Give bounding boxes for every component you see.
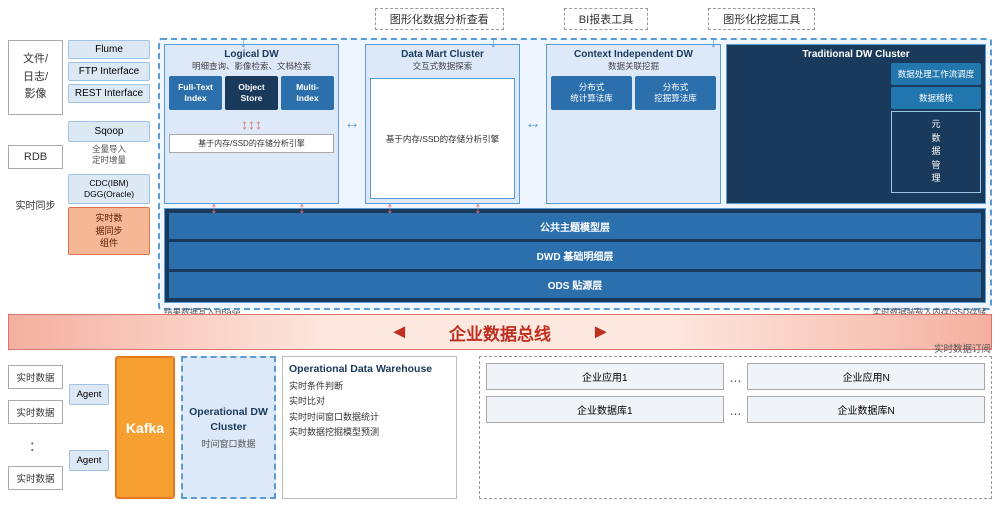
layer-arrows: ↕ ↕ ↕ ↕ [210, 200, 482, 218]
main-arch-box: Logical DW 明细查询、影像检索、文档检索 Full-TextIndex… [158, 38, 992, 310]
app-row-1-dots: ... [730, 369, 742, 385]
enterprise-db-1: 企业数据库1 [486, 396, 724, 423]
rest-badge: REST Interface [68, 84, 150, 103]
bus-left-arrow: ◄ [389, 321, 409, 344]
tool-analysis: 图形化数据分析查看 [375, 8, 504, 30]
full-text-index-box: Full-TextIndex [169, 76, 222, 110]
agent-col: Agent Agent [69, 356, 109, 499]
arrow4: ↕ [474, 200, 482, 218]
top-tools-row: 图形化数据分析查看 BI报表工具 图形化挖掘工具 [200, 6, 990, 32]
traditional-dw-inner: 数据处理工作流调度 数据稽核 元数据管理 [731, 63, 981, 193]
op-dw-title: Operational DW Cluster [187, 405, 270, 434]
op-dw-cluster-box: Operational DW Cluster 时间窗口数据 [181, 356, 276, 499]
app-row-2: 企业数据库1 ... 企业数据库N [486, 396, 985, 423]
realtime-sync-label: 实时同步 [8, 197, 63, 212]
arrow2: ↕ [298, 200, 306, 218]
context-dw-title: Context Independent DW [551, 49, 716, 60]
tool-mining: 图形化挖掘工具 [708, 8, 815, 30]
logical-dw-subtitle: 明细查询、影像检索、文档检索 [169, 60, 334, 72]
bus-right-arrow: ► [591, 321, 611, 344]
op-dw-item-4: 实时数据挖掘模型预测 [289, 425, 450, 440]
rt-source-dots: ： [8, 436, 63, 455]
enterprise-app-n: 企业应用N [747, 363, 985, 390]
flume-badge: Flume [68, 40, 150, 59]
data-mart-title: Data Mart Cluster [370, 49, 515, 60]
data-mart-cluster: Data Mart Cluster 交互式数据探索 基于内存/SSD的存储分析引… [365, 44, 520, 204]
op-dw-items-list: 实时条件判断 实时比对 实时时间窗口数据统计 实时数据挖掘模型预测 [289, 379, 450, 440]
data-mart-subtitle: 交互式数据探索 [370, 60, 515, 72]
enterprise-bus: ◄ 企业数据总线 ► [8, 314, 992, 350]
file-log-box: 文件/日志/影像 [8, 40, 63, 115]
down-arrow-3: ↓ [710, 34, 717, 50]
multi-index-box: Multi-Index [281, 76, 334, 110]
enterprise-bus-label: 企业数据总线 [449, 320, 551, 345]
enterprise-db-n: 企业数据库N [747, 396, 985, 423]
traditional-dw-right-panel: 数据处理工作流调度 数据稽核 元数据管理 [891, 63, 981, 193]
rdb-box: RDB [8, 145, 63, 169]
algo-mining-box: 分布式挖掘算法库 [635, 76, 716, 110]
workflow-btn: 数据处理工作流调度 [891, 63, 981, 85]
traditional-dw-left-space [731, 63, 888, 193]
rt-source-1: 实时数据 [8, 365, 63, 389]
up-down-arrows-logical: ↕↕↕ [169, 116, 334, 132]
traditional-dw-title: Traditional DW Cluster [731, 49, 981, 60]
agent-1-badge: Agent [69, 384, 109, 405]
index-boxes: Full-TextIndex ObjectStore Multi-Index [169, 76, 334, 110]
connector-col: Flume FTP Interface REST Interface Sqoop… [68, 40, 150, 255]
ftp-badge: FTP Interface [68, 62, 150, 81]
storage-analysis-label: 基于内存/SSD的存储分析引擎 [169, 134, 334, 153]
arrow-between-logical-mart: ↔ [344, 44, 360, 204]
op-dw-item-2: 实时比对 [289, 394, 450, 409]
enterprise-app-1: 企业应用1 [486, 363, 724, 390]
bottom-area: 实时数据 实时数据 ： 实时数据 Agent Agent Kafka Opera… [8, 356, 992, 499]
left-source-col: 文件/日志/影像 RDB 实时同步 [8, 40, 63, 212]
meta-management-box: 元数据管理 [891, 111, 981, 193]
app-row-2-dots: ... [730, 402, 742, 418]
clusters-row: Logical DW 明细查询、影像检索、文档检索 Full-TextIndex… [164, 44, 986, 204]
algo-boxes: 分布式统计算法库 分布式挖掘算法库 [551, 76, 716, 110]
batch-label: 全量导入定时增量 [68, 144, 150, 166]
agent-2-badge: Agent [69, 450, 109, 471]
data-mart-storage: 基于内存/SSD的存储分析引擎 [370, 78, 515, 199]
data-audit-btn: 数据稽核 [891, 87, 981, 109]
arrow-between-mart-context: ↔ [525, 44, 541, 204]
rt-source-3: 实时数据 [8, 466, 63, 490]
spacer [463, 356, 473, 499]
arrow3: ↕ [386, 200, 394, 218]
context-dw-subtitle: 数据关联挖掘 [551, 60, 716, 72]
rt-subscribe-label: 实时数据订阅 [934, 341, 991, 355]
app-row-1: 企业应用1 ... 企业应用N [486, 363, 985, 390]
realtime-sources-col: 实时数据 实时数据 ： 实时数据 [8, 356, 63, 499]
rt-source-2: 实时数据 [8, 400, 63, 424]
arrow1: ↕ [210, 200, 218, 218]
layers-section: 公共主题模型层 DWD 基础明细层 ODS 贴源层 [164, 208, 986, 303]
traditional-dw-cluster: Traditional DW Cluster 数据处理工作流调度 数据稽核 元数… [726, 44, 986, 204]
logical-dw-title: Logical DW [169, 49, 334, 60]
op-dw-right-title: Operational Data Warehouse [289, 363, 450, 375]
layer-dwd: DWD 基础明细层 [169, 242, 981, 268]
op-dw-description: Operational Data Warehouse 实时条件判断 实时比对 实… [282, 356, 457, 499]
main-page: 图形化数据分析查看 BI报表工具 图形化挖掘工具 文件/日志/影像 RDB 实时… [0, 0, 1000, 505]
op-dw-item-3: 实时时间窗口数据统计 [289, 410, 450, 425]
context-dw-cluster: Context Independent DW 数据关联挖掘 分布式统计算法库 分… [546, 44, 721, 204]
down-arrow-2: ↓ [490, 34, 497, 50]
down-arrow-1: ↓ [240, 34, 247, 50]
realtime-sync-badge: 实时数据同步组件 [68, 207, 150, 255]
enterprise-apps-section: 实时数据订阅 企业应用1 ... 企业应用N 企业数据库1 ... 企业数据库N [479, 356, 992, 499]
object-store-box: ObjectStore [225, 76, 278, 110]
sqoop-badge: Sqoop [68, 121, 150, 142]
tool-bi: BI报表工具 [564, 8, 648, 30]
logical-dw-cluster: Logical DW 明细查询、影像检索、文档检索 Full-TextIndex… [164, 44, 339, 204]
cdc-badge: CDC(IBM)DGG(Oracle) [68, 174, 150, 204]
kafka-box: Kafka [115, 356, 175, 499]
layer-ods: ODS 贴源层 [169, 272, 981, 298]
algo-stat-box: 分布式统计算法库 [551, 76, 632, 110]
op-dw-sub: 时间窗口数据 [201, 437, 255, 450]
op-dw-item-1: 实时条件判断 [289, 379, 450, 394]
